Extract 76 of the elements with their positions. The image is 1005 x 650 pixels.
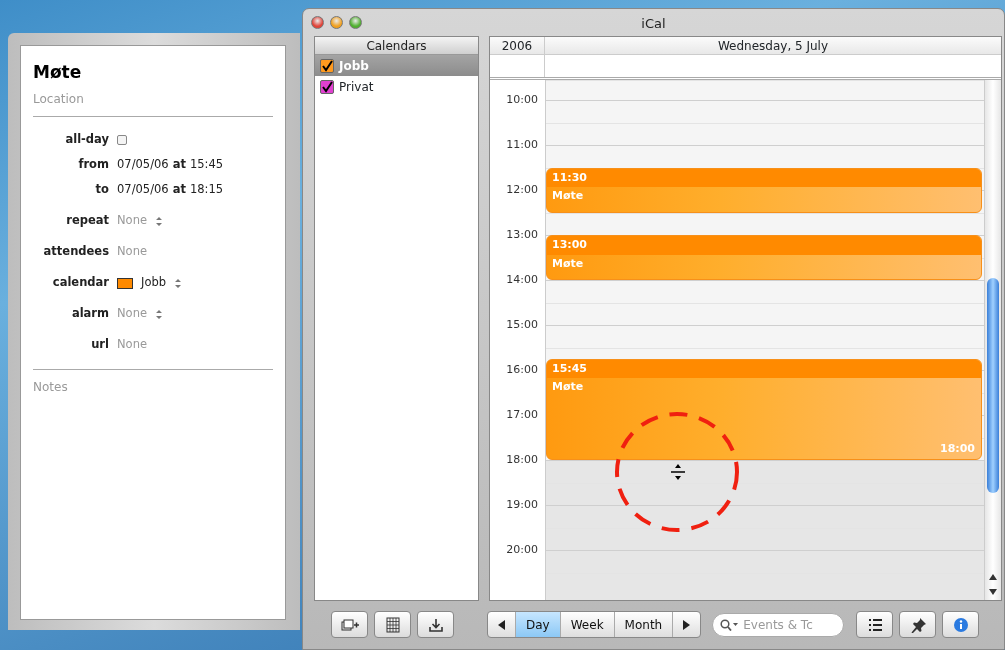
list-button[interactable] xyxy=(856,611,894,638)
all-day-checkbox[interactable] xyxy=(117,135,127,145)
mini-month-button[interactable] xyxy=(374,611,411,638)
scrollbar[interactable] xyxy=(984,80,1001,600)
scroll-up-arrow-icon[interactable] xyxy=(989,574,997,580)
location-field[interactable]: Location xyxy=(33,89,273,108)
pushpin-icon xyxy=(908,616,927,633)
view-tab[interactable]: Day xyxy=(516,612,561,637)
year-label: 2006 xyxy=(490,37,545,54)
field-label: url xyxy=(90,336,109,354)
column-header: Calendars xyxy=(315,37,478,55)
event-block[interactable]: 11:30 Møte xyxy=(546,167,982,213)
field-value[interactable]: None xyxy=(117,305,147,323)
event-start-time: 13:00 xyxy=(547,236,981,255)
event-start-time: 15:45 xyxy=(547,359,981,379)
close-button[interactable] xyxy=(311,16,324,29)
field-value[interactable]: None xyxy=(117,243,147,261)
event-title: Møte xyxy=(551,255,585,272)
stacked-calendars-plus-icon xyxy=(340,616,359,633)
event-block[interactable]: 13:00 Møte xyxy=(546,235,982,280)
import-button[interactable] xyxy=(417,611,454,638)
scroll-thumb[interactable] xyxy=(987,278,999,493)
notes-field[interactable]: Notes xyxy=(33,377,273,396)
hour-label: 14:00 xyxy=(506,271,538,288)
calendar-item[interactable]: Privat xyxy=(315,76,478,97)
hour-label: 12:00 xyxy=(506,181,538,198)
view-tab[interactable]: Month xyxy=(614,612,674,637)
event-title: Møte xyxy=(551,188,585,204)
calendar-checkbox[interactable] xyxy=(320,79,334,94)
field-value[interactable]: Jobb xyxy=(141,274,167,292)
hour-label: 19:00 xyxy=(506,496,538,513)
field-label: repeat xyxy=(65,212,109,230)
pin-button[interactable] xyxy=(899,611,937,638)
calendar-checkbox[interactable] xyxy=(320,58,334,73)
hour-label: 15:00 xyxy=(506,316,538,333)
hour-label: 17:00 xyxy=(506,406,538,423)
calendar-item[interactable]: Jobb xyxy=(315,55,478,76)
hour-label: 11:00 xyxy=(506,136,538,153)
event-title[interactable]: Møte xyxy=(33,60,273,86)
hour-label: 13:00 xyxy=(506,226,538,243)
hour-label: 20:00 xyxy=(506,541,538,558)
grid-icon xyxy=(383,616,402,633)
stepper-arrows-icon xyxy=(155,215,163,227)
date-time-value[interactable]: 07/05/06 at 18:15 xyxy=(117,181,224,199)
field-value[interactable]: None xyxy=(117,336,147,354)
new-calendar-button[interactable] xyxy=(331,611,368,638)
field-label: alarm xyxy=(70,305,109,323)
stepper-arrows-icon xyxy=(174,277,183,289)
field-label: attendees xyxy=(42,243,109,261)
field-label: to xyxy=(94,181,109,199)
minimize-button[interactable] xyxy=(330,16,343,29)
event-block[interactable]: 15:45 Møte 18:00 xyxy=(546,358,982,460)
zoom-button[interactable] xyxy=(349,16,362,29)
field-value[interactable]: None xyxy=(117,212,147,230)
right-triangle-icon xyxy=(683,620,691,630)
field-label: from xyxy=(77,156,109,174)
window-title: iCal xyxy=(641,16,666,31)
field-label: calendar xyxy=(51,274,109,292)
hour-label: 16:00 xyxy=(506,361,538,378)
download-tray-icon xyxy=(426,616,445,633)
resize-cursor-icon xyxy=(671,464,685,480)
hour-label: 18:00 xyxy=(506,451,538,468)
event-end-time: 18:00 xyxy=(940,440,975,457)
left-triangle-icon xyxy=(498,620,505,630)
search-field[interactable]: Events & Tc xyxy=(712,612,845,637)
hour-label: 10:00 xyxy=(506,91,538,108)
view-tab[interactable]: Week xyxy=(560,612,615,637)
event-start-time: 11:30 xyxy=(547,168,981,187)
event-title: Møte xyxy=(551,379,585,396)
info-button[interactable] xyxy=(942,611,980,638)
day-header: Wednesday, 5 July xyxy=(716,38,830,54)
field-label: all-day xyxy=(64,131,109,149)
stepper-arrows-icon xyxy=(155,308,163,320)
info-icon xyxy=(951,616,970,633)
scroll-down-arrow-icon[interactable] xyxy=(989,589,997,595)
date-time-value[interactable]: 07/05/06 at 15:45 xyxy=(117,156,224,174)
